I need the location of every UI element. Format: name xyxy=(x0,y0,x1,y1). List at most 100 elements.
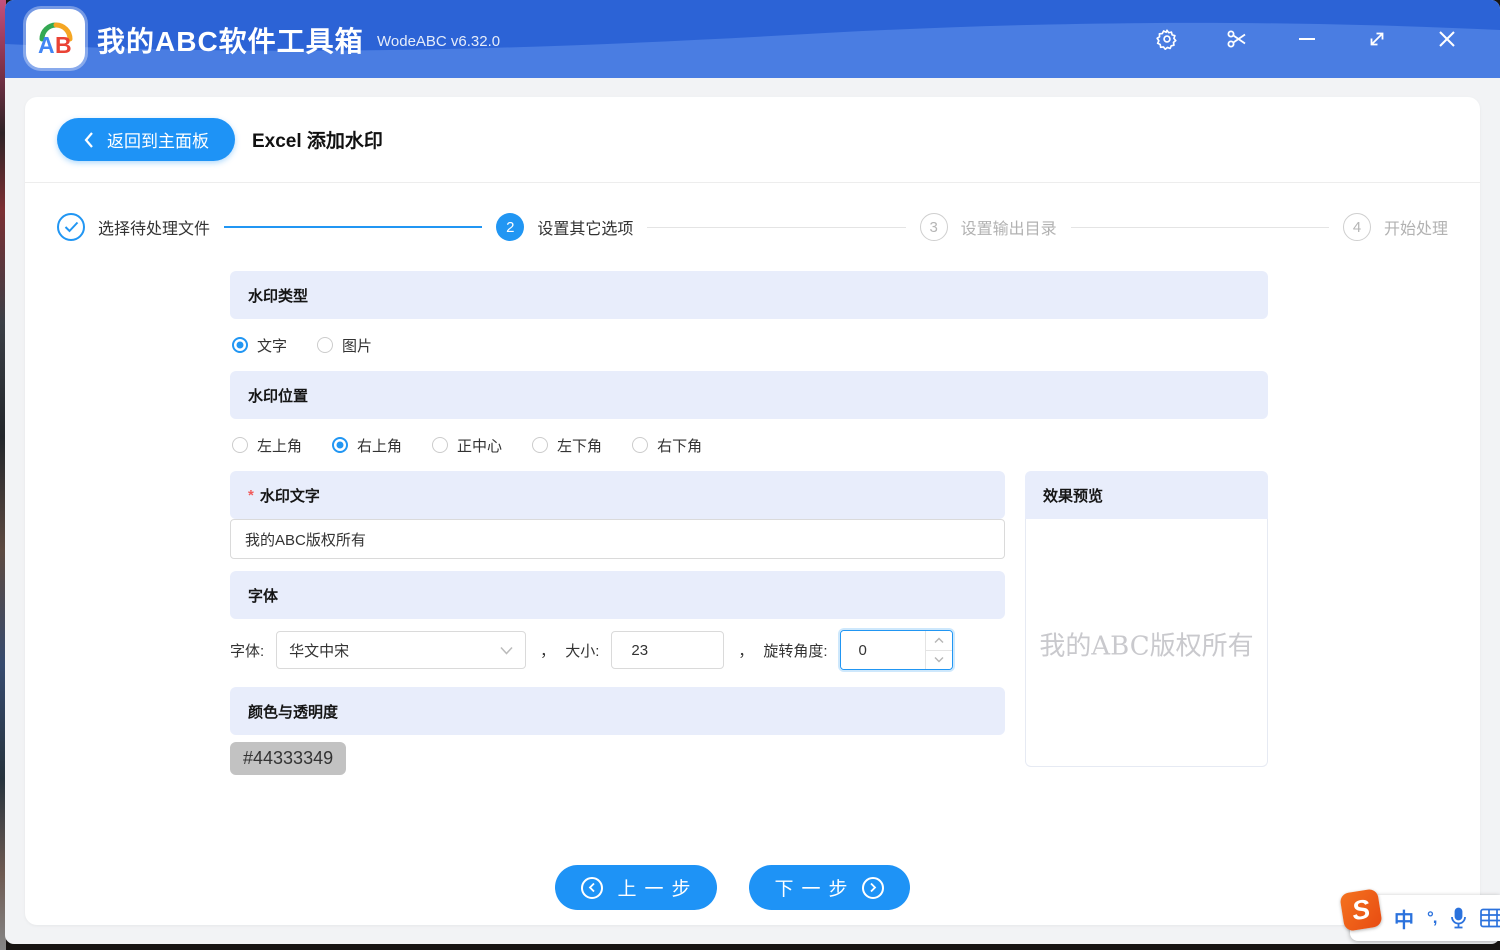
chevron-left-icon xyxy=(83,131,95,149)
svg-text:B: B xyxy=(55,32,72,58)
scissors-icon xyxy=(1225,27,1249,51)
step-start-process: 4 开始处理 xyxy=(1343,213,1448,241)
radio-label: 文字 xyxy=(257,335,287,356)
app-window: A B 我的ABC软件工具箱 WodeABC v6.32.0 xyxy=(5,0,1500,944)
step-connector xyxy=(647,227,905,228)
app-title: 我的ABC软件工具箱 xyxy=(97,20,364,60)
section-title: 效果预览 xyxy=(1043,485,1103,506)
next-step-button[interactable]: 下一步 xyxy=(749,865,910,910)
microphone-icon xyxy=(1450,907,1467,929)
card-header: 返回到主面板 Excel 添加水印 xyxy=(25,97,1480,183)
radio-label: 右上角 xyxy=(357,435,402,456)
radio-icon xyxy=(632,437,648,453)
chevron-up-icon xyxy=(934,637,944,644)
previous-step-button[interactable]: 上一步 xyxy=(555,865,716,910)
sogou-logo-icon[interactable]: S xyxy=(1339,888,1382,931)
app-version: WodeABC v6.32.0 xyxy=(377,33,500,50)
minimize-icon xyxy=(1296,28,1318,50)
watermark-type-header: 水印类型 xyxy=(230,271,1268,319)
step-number: 2 xyxy=(496,213,524,241)
step-connector xyxy=(1071,227,1329,228)
radio-top-right[interactable]: 右上角 xyxy=(332,435,402,456)
spinner-buttons xyxy=(925,631,952,669)
radio-icon xyxy=(317,337,333,353)
chevron-down-icon xyxy=(500,646,513,655)
svg-text:A: A xyxy=(38,32,55,58)
ime-punctuation-toggle[interactable]: °, xyxy=(1427,908,1437,928)
preview-panel: 我的ABC版权所有 xyxy=(1025,519,1268,767)
titlebar: A B 我的ABC软件工具箱 WodeABC v6.32.0 xyxy=(5,0,1500,78)
step-output-dir: 3 设置输出目录 xyxy=(920,213,1057,241)
font-header: 字体 xyxy=(230,571,1005,619)
spin-down-button[interactable] xyxy=(926,651,952,670)
ime-language-toggle[interactable]: 中 xyxy=(1394,904,1414,933)
screenshot-button[interactable] xyxy=(1202,0,1272,78)
radio-bottom-right[interactable]: 右下角 xyxy=(632,435,702,456)
radio-label: 正中心 xyxy=(457,435,502,456)
radio-icon xyxy=(432,437,448,453)
back-button-label: 返回到主面板 xyxy=(107,127,209,152)
font-size-input[interactable] xyxy=(611,631,724,669)
watermark-position-options: 左上角 右上角 正中心 左下角 右下角 xyxy=(230,419,1268,471)
settings-button[interactable] xyxy=(1132,0,1202,78)
separator: ， xyxy=(738,640,753,661)
page-title: Excel 添加水印 xyxy=(252,126,383,153)
spin-up-button[interactable] xyxy=(926,631,952,651)
preview-column: 效果预览 我的ABC版权所有 xyxy=(1025,471,1268,781)
section-title: 字体 xyxy=(248,585,278,606)
app-logo-icon: A B xyxy=(34,17,78,61)
radio-icon xyxy=(232,437,248,453)
step-indicator: 选择待处理文件 2 设置其它选项 3 设置输出目录 4 开始处理 xyxy=(25,183,1480,271)
font-size-label: 大小: xyxy=(565,640,599,661)
font-family-select[interactable]: 华文中宋 xyxy=(276,631,526,669)
radio-icon xyxy=(232,337,248,353)
step-label: 开始处理 xyxy=(1384,215,1448,239)
color-value-chip[interactable]: #44333349 xyxy=(230,742,346,775)
color-chip-row: #44333349 xyxy=(230,735,1005,781)
maximize-button[interactable] xyxy=(1342,0,1412,78)
radio-label: 图片 xyxy=(342,335,372,356)
ime-keyboard-button[interactable] xyxy=(1480,908,1500,928)
watermark-text-header: * 水印文字 xyxy=(230,471,1005,519)
chevron-down-icon xyxy=(934,656,944,663)
separator: ， xyxy=(540,640,555,661)
watermark-text-input[interactable] xyxy=(230,519,1005,559)
step-set-options: 2 设置其它选项 xyxy=(496,213,633,241)
radio-label: 右下角 xyxy=(657,435,702,456)
next-step-label: 下一步 xyxy=(775,874,856,901)
minimize-button[interactable] xyxy=(1272,0,1342,78)
radio-image-watermark[interactable]: 图片 xyxy=(317,335,372,356)
wizard-footer: 上一步 下一步 xyxy=(25,865,1440,910)
required-mark: * xyxy=(248,487,254,504)
rotation-angle-spinner xyxy=(840,630,953,670)
previous-step-label: 上一步 xyxy=(617,874,698,901)
section-title: 水印位置 xyxy=(248,385,308,406)
keyboard-icon xyxy=(1480,908,1500,928)
step-done-check-icon xyxy=(57,213,85,241)
font-label: 字体: xyxy=(230,640,264,661)
section-title: 水印文字 xyxy=(260,485,320,506)
watermark-position-header: 水印位置 xyxy=(230,371,1268,419)
radio-center[interactable]: 正中心 xyxy=(432,435,502,456)
back-to-dashboard-button[interactable]: 返回到主面板 xyxy=(57,118,235,161)
ime-toolbar: S 中 °, xyxy=(1350,895,1500,941)
ime-mic-button[interactable] xyxy=(1450,907,1467,929)
radio-text-watermark[interactable]: 文字 xyxy=(232,335,287,356)
radio-bottom-left[interactable]: 左下角 xyxy=(532,435,602,456)
step-number: 4 xyxy=(1343,213,1371,241)
circle-chevron-left-icon xyxy=(581,877,603,899)
step-connector xyxy=(224,226,482,228)
step-label: 设置输出目录 xyxy=(961,215,1057,239)
font-family-value: 华文中宋 xyxy=(289,640,349,661)
close-button[interactable] xyxy=(1412,0,1482,78)
radio-top-left[interactable]: 左上角 xyxy=(232,435,302,456)
preview-watermark-text: 我的ABC版权所有 xyxy=(1039,626,1253,663)
rotation-angle-label: 旋转角度: xyxy=(763,640,827,661)
section-title: 颜色与透明度 xyxy=(248,701,338,722)
rotation-angle-input[interactable] xyxy=(841,631,925,669)
close-icon xyxy=(1436,28,1458,50)
circle-chevron-right-icon xyxy=(862,877,884,899)
step-number: 3 xyxy=(920,213,948,241)
radio-icon xyxy=(532,437,548,453)
step-label: 选择待处理文件 xyxy=(98,215,210,239)
